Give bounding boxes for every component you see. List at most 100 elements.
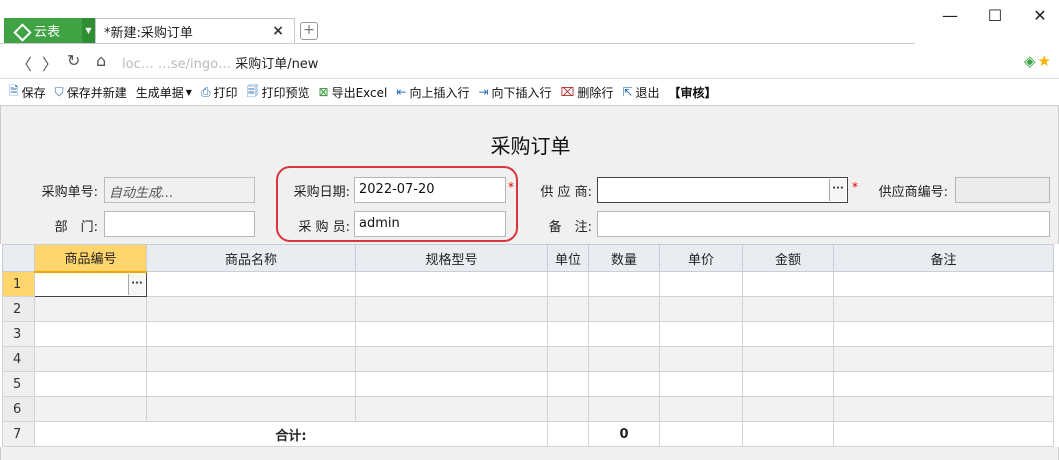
grid-cell[interactable]: [34, 396, 147, 422]
grid-cell[interactable]: [588, 371, 660, 397]
grid-cell[interactable]: [588, 396, 660, 422]
url-path: 采购订单/new: [235, 57, 319, 72]
tab-close-icon[interactable]: ×: [272, 23, 284, 39]
grid-cell[interactable]: [588, 346, 660, 372]
grid-cell[interactable]: [146, 396, 356, 422]
grid-cell[interactable]: [355, 371, 548, 397]
grid-cell[interactable]: [34, 371, 147, 397]
grid-cell[interactable]: [34, 296, 147, 322]
row-number[interactable]: 2: [2, 296, 35, 322]
grid-cell[interactable]: [659, 371, 743, 397]
grid-cell[interactable]: [833, 371, 1054, 397]
grid-cell[interactable]: [659, 296, 743, 322]
grid-cell[interactable]: [833, 296, 1054, 322]
grid-cell[interactable]: [659, 271, 743, 297]
grid-cell: [547, 421, 589, 447]
home-icon[interactable]: ⌂: [96, 51, 106, 70]
grid-cell[interactable]: [833, 346, 1054, 372]
column-header[interactable]: 商品名称: [146, 244, 356, 272]
app-menu-dropdown[interactable]: ▼: [82, 18, 95, 43]
product-code-cell[interactable]: ···: [34, 271, 147, 297]
row-number[interactable]: 5: [2, 371, 35, 397]
save-button[interactable]: 🗎 保存: [9, 82, 46, 103]
export-excel-button[interactable]: ⊠ 导出Excel: [319, 84, 388, 101]
row-number[interactable]: 1: [2, 271, 35, 297]
grid-cell[interactable]: [34, 346, 147, 372]
column-header[interactable]: 备注: [833, 244, 1054, 272]
column-header[interactable]: 金额: [742, 244, 834, 272]
grid-cell[interactable]: [742, 321, 834, 347]
grid-cell[interactable]: [355, 396, 548, 422]
grid-cell[interactable]: [547, 346, 589, 372]
close-window-button[interactable]: ✕: [1025, 6, 1055, 25]
grid-cell[interactable]: [742, 296, 834, 322]
grid-cell[interactable]: [833, 321, 1054, 347]
print-preview-button[interactable]: 🗐 打印预览: [247, 82, 310, 103]
grid-cell[interactable]: [146, 296, 356, 322]
grid-cell[interactable]: [659, 396, 743, 422]
grid-cell[interactable]: [547, 396, 589, 422]
generate-document-button[interactable]: 生成单据 ▼: [136, 84, 192, 101]
column-header[interactable]: 规格型号: [355, 244, 548, 272]
supplier-field[interactable]: ···: [597, 177, 848, 203]
forward-icon[interactable]: 〉: [42, 51, 58, 75]
product-picker-button[interactable]: ···: [128, 273, 145, 295]
remark-field[interactable]: [597, 211, 1050, 237]
row-number[interactable]: 6: [2, 396, 35, 422]
grid-cell[interactable]: [742, 271, 834, 297]
grid-cell[interactable]: [833, 271, 1054, 297]
new-tab-button[interactable]: +: [300, 22, 318, 40]
back-icon[interactable]: 〈: [16, 51, 32, 75]
grid-cell[interactable]: [355, 296, 548, 322]
row-number[interactable]: 3: [2, 321, 35, 347]
grid-cell[interactable]: [659, 321, 743, 347]
save-and-new-button[interactable]: ⛉ 保存并新建: [55, 84, 127, 101]
page-title: 采购订单: [490, 134, 571, 158]
url-field[interactable]: loc… …se/ingo… 采购订单/new: [122, 53, 318, 72]
delete-row-icon: ⌧: [560, 85, 575, 99]
grid-cell[interactable]: [146, 346, 356, 372]
grid-cell[interactable]: [588, 321, 660, 347]
app-tab[interactable]: 云表: [4, 18, 82, 43]
delete-row-button[interactable]: ⌧ 删除行: [561, 84, 614, 101]
maximize-button[interactable]: ☐: [980, 6, 1010, 25]
print-button[interactable]: ⎙ 打印: [201, 84, 238, 101]
favorite-star-icon[interactable]: ★: [1038, 52, 1051, 70]
print-preview-icon: 🗐: [246, 83, 259, 98]
grid-cell[interactable]: [547, 296, 589, 322]
grid-cell[interactable]: [588, 271, 660, 297]
column-header[interactable]: 单位: [547, 244, 589, 272]
grid-cell[interactable]: [742, 346, 834, 372]
minimize-button[interactable]: —: [935, 6, 965, 25]
department-field[interactable]: [104, 211, 255, 237]
exit-button[interactable]: ⇱ 退出: [622, 84, 659, 101]
table-row: 1 ···: [2, 271, 1054, 297]
grid-cell[interactable]: [588, 296, 660, 322]
grid-cell[interactable]: [146, 371, 356, 397]
grid-cell[interactable]: [355, 271, 548, 297]
column-header[interactable]: 单价: [659, 244, 743, 272]
refresh-icon[interactable]: ↻: [67, 51, 80, 70]
app-logo-icon: [14, 24, 28, 38]
grid-cell[interactable]: [833, 396, 1054, 422]
grid-cell[interactable]: [355, 321, 548, 347]
grid-cell[interactable]: [355, 346, 548, 372]
audit-button[interactable]: 【审核】: [668, 84, 716, 101]
column-header[interactable]: 数量: [588, 244, 660, 272]
insert-row-below-button[interactable]: ⇥ 向下插入行: [478, 84, 551, 101]
grid-cell[interactable]: [742, 396, 834, 422]
grid-cell[interactable]: [547, 271, 589, 297]
grid-cell[interactable]: [146, 271, 356, 297]
app-icon[interactable]: ◈: [1024, 52, 1036, 70]
grid-cell[interactable]: [547, 321, 589, 347]
insert-row-above-button[interactable]: ⇤ 向上插入行: [396, 84, 469, 101]
grid-cell[interactable]: [146, 321, 356, 347]
grid-cell[interactable]: [34, 321, 147, 347]
row-number[interactable]: 4: [2, 346, 35, 372]
column-header[interactable]: 商品编号: [34, 244, 147, 273]
tab-new-purchase-order[interactable]: *新建:采购订单 ×: [95, 18, 295, 43]
grid-cell[interactable]: [659, 346, 743, 372]
grid-cell[interactable]: [742, 371, 834, 397]
supplier-picker-button[interactable]: ···: [829, 179, 846, 201]
grid-cell[interactable]: [547, 371, 589, 397]
